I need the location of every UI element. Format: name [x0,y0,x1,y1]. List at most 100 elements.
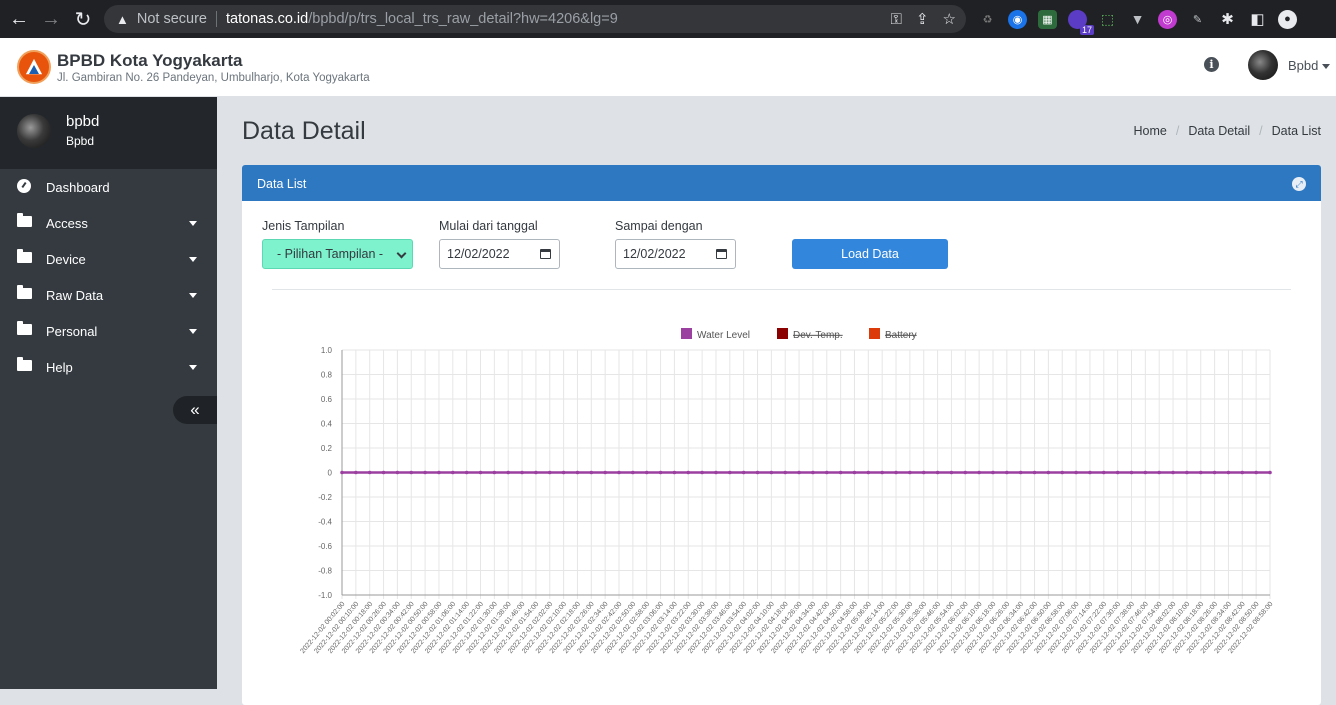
sidebar-item-label: Dashboard [46,179,110,195]
pink-extension-icon[interactable]: ◎ [1158,9,1177,29]
sidebar-role: Bpbd [66,134,95,148]
purple-extension-icon[interactable]: 17 [1068,9,1094,35]
sidebar-item-personal[interactable]: Personal [0,313,217,349]
data-point [395,470,400,475]
caret-down-icon [189,293,197,298]
dotted-square-extension-icon[interactable]: ⬚ [1098,10,1117,29]
data-point [1074,470,1078,475]
data-point [1060,470,1065,475]
folder-icon [17,321,32,335]
data-point [534,470,538,475]
sidebar-item-label: Help [46,359,73,375]
data-point [852,470,857,475]
data-point [1268,470,1272,475]
star-icon[interactable]: ☆ [943,10,956,28]
data-point [1046,470,1051,475]
data-point [921,470,926,475]
bpbd-logo-icon[interactable] [17,50,51,84]
sidebar-item-access[interactable]: Access [0,205,217,241]
data-point [423,470,427,475]
url-host[interactable]: tatonas.co.id [226,11,308,27]
omnibox-actions: ⚿ ⇪ ☆ [891,5,956,33]
sidebar-item-device[interactable]: Device [0,241,217,277]
folder-icon [17,249,32,263]
data-point [547,470,552,475]
app-title: BPBD Kota Yogyakarta [57,51,243,70]
app-address: Jl. Gambiran No. 26 Pandeyan, Umbulharjo… [57,72,370,84]
address-bar[interactable]: ▲ Not secure tatonas.co.id/bpbd/p/trs_lo… [104,5,966,33]
data-point [880,470,884,475]
data-point [672,470,677,475]
data-point [1005,470,1009,475]
data-point [1032,470,1037,475]
extension-badge: 17 [1079,24,1094,35]
caret-down-icon[interactable] [1322,64,1330,69]
data-point [644,470,649,475]
back-button[interactable]: ← [4,4,34,34]
key-icon[interactable]: ⚿ [891,11,902,28]
user-menu-label[interactable]: Bpbd [1288,58,1318,73]
data-point [617,470,621,475]
puzzle-icon[interactable]: ✱ [1218,10,1237,29]
sidebar-item-label: Personal [46,323,98,339]
blue-circle-extension-icon[interactable]: ◉ [1008,9,1027,29]
data-point [894,470,898,475]
y-tick-label: -0.4 [318,518,332,527]
data-point [561,470,566,475]
pen-extension-icon[interactable]: ✎ [1188,10,1207,29]
security-label[interactable]: Not secure [137,11,207,27]
sidebar-item-raw-data[interactable]: Raw Data [0,277,217,313]
vue-extension-icon[interactable]: ▼ [1128,10,1147,29]
data-point [492,470,497,475]
y-tick-label: 0.6 [321,395,333,404]
sidebar-collapse-button[interactable]: « [173,396,217,424]
recycle-extension-icon[interactable]: ♻ [978,10,997,29]
caret-down-icon [189,329,197,334]
data-point [963,470,968,475]
sidebar-item-help[interactable]: Help [0,349,217,385]
sidebar: bpbd Bpbd Dashboard Access Device Raw Da… [0,97,217,689]
sidepanel-icon[interactable]: ◧ [1248,10,1267,29]
profile-icon[interactable]: ● [1278,9,1297,29]
data-point [769,470,774,475]
legend-swatch [777,328,788,339]
sidebar-item-dashboard[interactable]: Dashboard [0,169,217,205]
sidebar-item-label: Device [46,251,86,267]
data-point [451,470,455,475]
data-point [520,470,524,475]
data-point [589,470,594,475]
data-point [631,470,635,475]
data-point [908,470,912,475]
caret-down-icon [189,221,197,226]
warning-icon[interactable]: ▲ [116,12,129,27]
legend-label: Battery [885,330,917,341]
data-point [866,470,871,475]
sidebar-user-panel: bpbd Bpbd [0,97,217,169]
data-point [949,470,954,475]
browser-toolbar: ← → ↻ ▲ Not secure tatonas.co.id/bpbd/p/… [0,0,1336,38]
data-point [1240,470,1245,475]
share-icon[interactable]: ⇪ [916,10,929,28]
data-point [1129,470,1134,475]
water-level-chart: Water Level Dev. Temp. Battery 1.0 0.8 0.6 0.4… [299,328,1275,655]
data-point [1018,470,1023,475]
sidebar-avatar [17,114,51,148]
data-point [409,470,414,475]
url-path[interactable]: /bpbd/p/trs_local_trs_raw_detail?hw=4206… [308,11,618,27]
data-point [437,470,441,475]
data-point [381,470,386,475]
sidebar-username: bpbd [66,113,100,130]
info-icon[interactable]: i [1204,57,1219,72]
grid-extension-icon[interactable]: ▦ [1038,9,1057,29]
data-point [1088,470,1092,475]
forward-button[interactable]: → [36,4,66,34]
data-point [1226,470,1231,475]
data-point [797,470,801,475]
user-avatar[interactable] [1248,50,1278,80]
data-point [991,470,995,475]
data-point [686,470,691,475]
reload-button[interactable]: ↻ [68,4,98,34]
data-point [1198,470,1203,475]
data-point [783,470,788,475]
logo-emblem [29,65,39,74]
